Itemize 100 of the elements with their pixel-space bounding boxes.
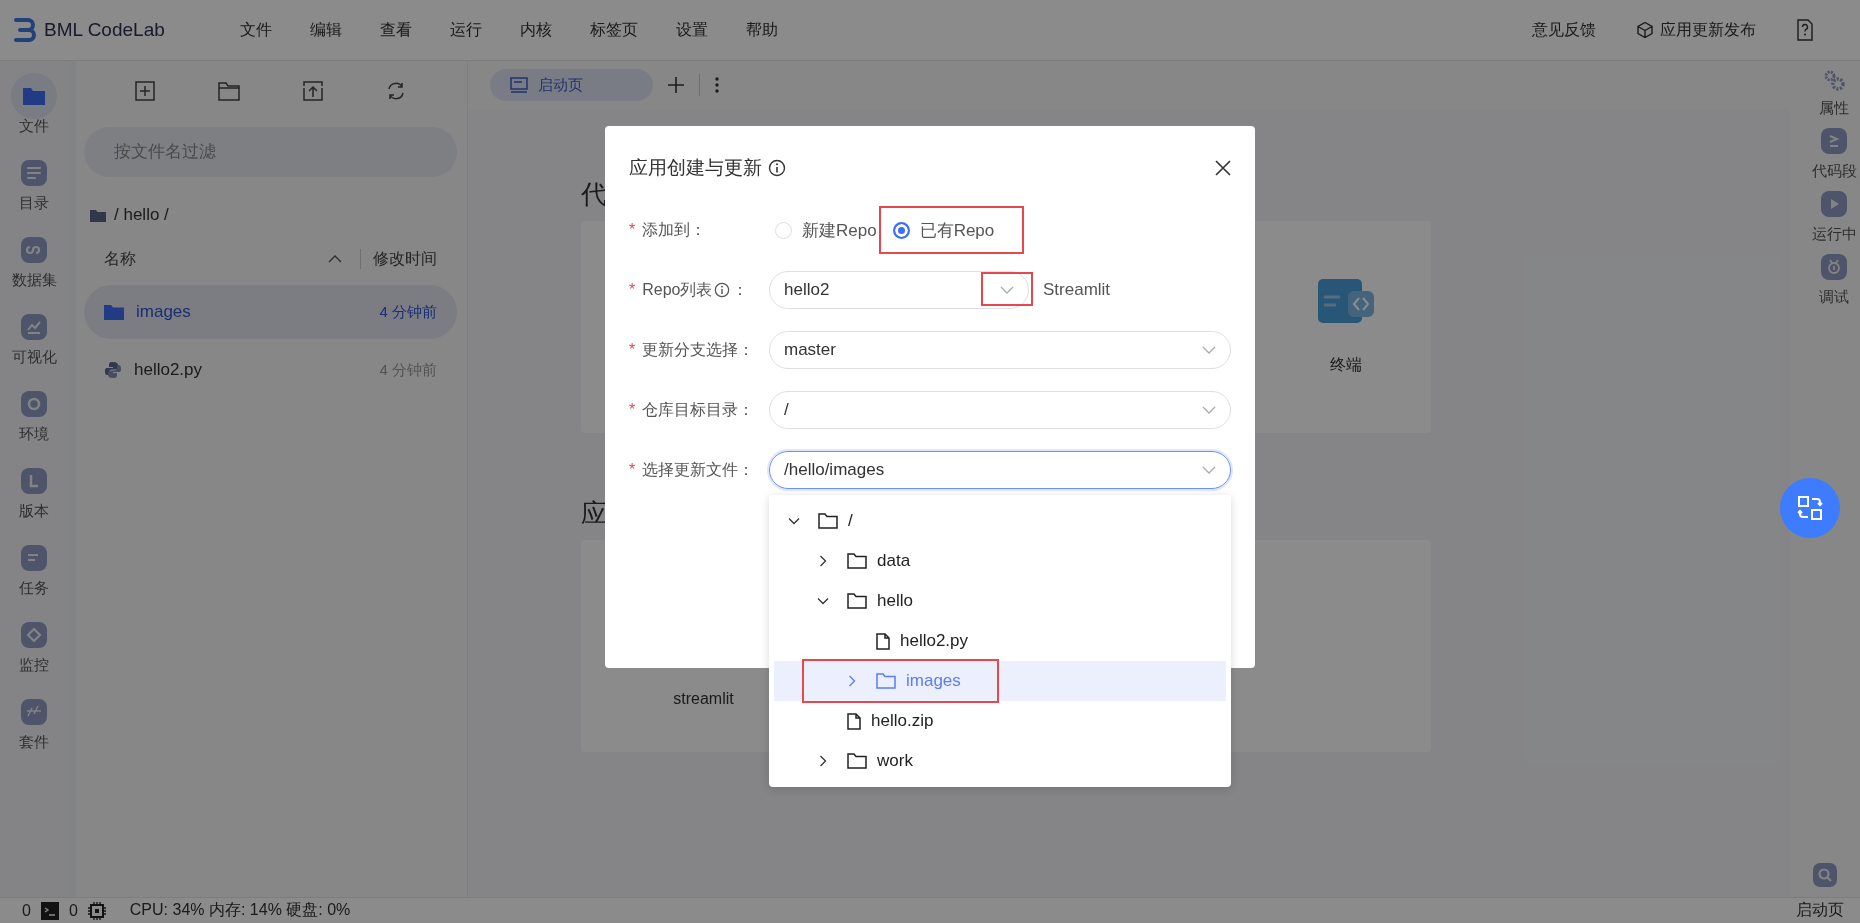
feedback-link[interactable]: 意见反馈 <box>1532 19 1596 41</box>
column-header[interactable]: 修改时间 <box>373 248 437 270</box>
sidebar-item[interactable]: 属性 <box>1819 69 1849 118</box>
refresh-icon[interactable] <box>385 81 406 101</box>
terminal-icon[interactable] <box>40 901 59 920</box>
menu-item[interactable]: 查看 <box>380 19 412 41</box>
help-icon[interactable] <box>1796 19 1814 41</box>
info-icon[interactable] <box>714 282 731 298</box>
file-icon <box>847 712 861 730</box>
python-icon <box>104 361 122 379</box>
breadcrumb[interactable]: / hello / <box>114 205 169 225</box>
info-icon[interactable] <box>768 159 786 177</box>
sidebar-item[interactable]: 调试 <box>1819 254 1849 307</box>
cube-icon <box>1636 21 1654 39</box>
required-mark: * <box>629 401 636 419</box>
sidebar-item[interactable]: 目录 <box>11 150 57 221</box>
sidebar-item[interactable]: 运行中 <box>1811 191 1857 244</box>
swap-icon <box>1797 495 1823 521</box>
chip-icon[interactable] <box>87 901 106 920</box>
menu-item[interactable]: 运行 <box>450 19 482 41</box>
caret-icon[interactable] <box>817 555 829 567</box>
menu-item[interactable]: 内核 <box>520 19 552 41</box>
sidebar-item[interactable]: 数据集 <box>11 227 57 298</box>
caret-icon[interactable] <box>788 515 800 527</box>
app-name: BML CodeLab <box>44 19 165 41</box>
sidebar-item[interactable]: 可视化 <box>11 304 57 375</box>
menu-item[interactable]: 文件 <box>240 19 272 41</box>
folder-icon <box>876 673 896 689</box>
sidebar-item[interactable]: 文件 <box>11 73 57 144</box>
tree-item[interactable]: / <box>774 501 1226 541</box>
caret-icon <box>1202 466 1216 474</box>
radio-option[interactable]: 已有Repo <box>878 206 1025 254</box>
sidebar-item[interactable]: 版本 <box>11 458 57 529</box>
gears-icon <box>1823 69 1845 91</box>
field-label: 添加到： <box>642 219 707 240</box>
logo-icon <box>12 17 36 43</box>
column-header[interactable]: 名称 <box>104 248 328 270</box>
sidebar-item[interactable]: 代码段 <box>1811 128 1857 181</box>
sidebar-item[interactable]: 监控 <box>11 612 57 683</box>
release-button[interactable]: 应用更新发布 <box>1636 19 1756 41</box>
status-tab-name: 启动页 <box>1796 900 1844 920</box>
folder-icon <box>847 593 867 609</box>
prompt-icon <box>1821 128 1847 154</box>
file-icon <box>876 632 890 650</box>
label-colon: ： <box>732 279 749 300</box>
field-label: 更新分支选择： <box>642 339 755 360</box>
play-icon <box>1821 191 1847 217</box>
field-label: 仓库目标目录： <box>642 399 755 420</box>
tree-item[interactable]: images <box>774 661 1226 701</box>
folder-icon <box>847 753 867 769</box>
required-mark: * <box>629 281 636 299</box>
filter-field[interactable]: 按文件名过滤 <box>84 127 457 177</box>
tree-item[interactable]: hello.zip <box>774 701 1226 741</box>
menu-item[interactable]: 设置 <box>676 19 708 41</box>
add-icon[interactable] <box>667 76 685 94</box>
tree-item[interactable]: work <box>774 741 1226 781</box>
caret-icon <box>1202 406 1216 414</box>
required-mark: * <box>629 341 636 359</box>
folder-icon <box>90 208 106 222</box>
menu-item[interactable]: 标签页 <box>590 19 638 41</box>
field-label: 选择更新文件： <box>642 459 755 480</box>
upload-icon[interactable] <box>302 81 323 101</box>
new-file-icon[interactable] <box>135 81 156 101</box>
window-icon <box>510 77 528 93</box>
kernel-count[interactable]: 0 <box>22 901 31 920</box>
section-heading: 代 <box>581 179 607 209</box>
folder-icon <box>847 553 867 569</box>
dialog-title: 应用创建与更新 <box>629 156 762 180</box>
caret-icon <box>1202 346 1216 354</box>
tree-item[interactable]: data <box>774 541 1226 581</box>
launcher-card[interactable]: 终端 <box>1261 221 1431 433</box>
radio-option[interactable]: 新建Repo <box>769 206 879 254</box>
resource-usage: CPU: 34% 内存: 14% 硬盘: 0% <box>129 900 351 920</box>
tree-item[interactable]: hello2.py <box>774 621 1226 661</box>
file-row[interactable]: images 4 分钟前 <box>84 285 457 339</box>
caret-icon[interactable] <box>817 755 829 767</box>
folder-icon <box>104 304 124 320</box>
repo-type: Streamlit <box>1043 280 1111 300</box>
close-icon[interactable] <box>1215 160 1231 176</box>
new-folder-icon[interactable] <box>218 81 241 101</box>
menu-item[interactable]: 编辑 <box>310 19 342 41</box>
menu-item[interactable]: 帮助 <box>746 19 778 41</box>
sidebar-item[interactable]: 套件 <box>11 689 57 760</box>
field-label: Repo列表 <box>642 279 713 300</box>
section-heading: 应 <box>581 498 607 528</box>
caret-icon[interactable] <box>817 595 829 607</box>
sidebar-item[interactable]: 任务 <box>11 535 57 606</box>
terminal-count[interactable]: 0 <box>68 901 78 920</box>
radio-button[interactable] <box>892 221 910 239</box>
folder-icon <box>818 513 838 529</box>
sidebar-item[interactable]: 环境 <box>11 381 57 452</box>
caret-icon <box>1000 286 1014 294</box>
required-mark: * <box>629 221 636 239</box>
bug-icon <box>1821 254 1847 280</box>
sort-icon[interactable] <box>328 255 342 263</box>
tab[interactable]: 启动页 <box>490 69 653 101</box>
tree-item[interactable]: hello <box>774 581 1226 621</box>
required-mark: * <box>629 461 636 479</box>
more-icon[interactable] <box>714 76 720 94</box>
select-field[interactable]: /hello/images <box>769 451 1231 489</box>
